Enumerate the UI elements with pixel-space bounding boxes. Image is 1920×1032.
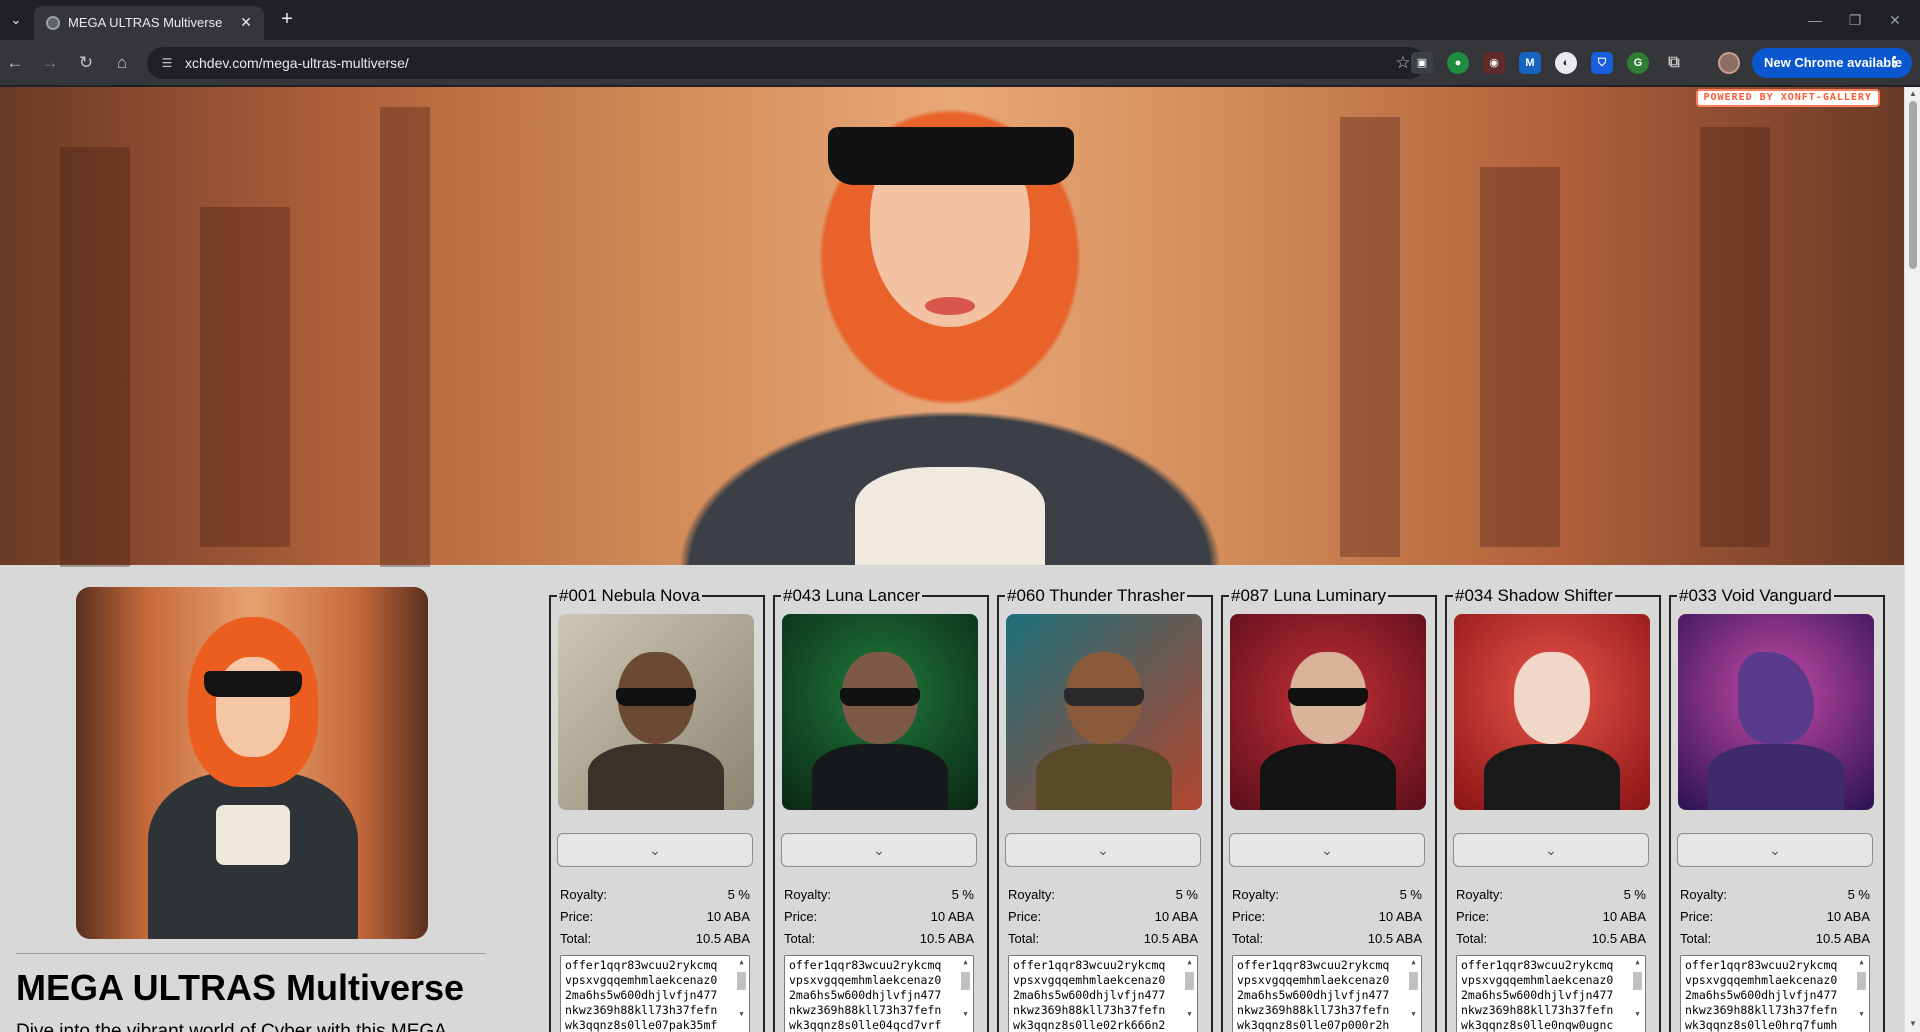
chevron-down-icon: ⌄ (1321, 842, 1333, 858)
globe-icon (46, 16, 60, 30)
maximize-button[interactable]: ❐ (1840, 8, 1870, 32)
nft-title: #087 Luna Luminary (1229, 586, 1389, 606)
total-row: Total: 10.5 ABA (1680, 931, 1870, 946)
nft-image[interactable] (1678, 614, 1874, 810)
chrome-update-button[interactable]: New Chrome available ⋮ (1752, 48, 1912, 78)
chevron-down-icon: ⌄ (1097, 842, 1109, 858)
site-settings-icon[interactable]: ☰ (159, 55, 175, 71)
chevron-down-icon: ⌄ (1769, 842, 1781, 858)
royalty-row: Royalty: 5 % (1232, 887, 1422, 902)
collection-cover-image (76, 587, 428, 939)
scrollbar-thumb[interactable] (1909, 101, 1917, 269)
extension-icon[interactable]: ▣ (1411, 52, 1433, 74)
total-row: Total: 10.5 ABA (784, 931, 974, 946)
offer-textarea[interactable]: offer1qqr83wcuu2rykcmq vpsxvgqqemhmlaekc… (784, 955, 974, 1032)
page-scrollbar[interactable]: ▲ ▼ (1904, 87, 1920, 1032)
nft-image[interactable] (1230, 614, 1426, 810)
extension-g-icon[interactable]: G (1627, 52, 1649, 74)
bookmark-star-icon[interactable]: ☆ (1393, 53, 1413, 73)
profile-avatar[interactable] (1718, 52, 1740, 74)
hero-banner: POWERED BY XONFT-GALLERY (0, 87, 1904, 567)
browser-toolbar: ← → ↻ ⌂ ☰ xchdev.com/mega-ultras-multive… (0, 40, 1920, 86)
extension-green-icon[interactable]: ● (1447, 52, 1469, 74)
price-row: Price: 10 ABA (560, 909, 750, 924)
nft-image[interactable] (1454, 614, 1650, 810)
url-text[interactable]: xchdev.com/mega-ultras-multiverse/ (185, 55, 409, 71)
expand-toggle-button[interactable]: ⌄ (1229, 833, 1425, 867)
offer-textarea[interactable]: offer1qqr83wcuu2rykcmq vpsxvgqqemhmlaekc… (1008, 955, 1198, 1032)
nft-title: #060 Thunder Thrasher (1005, 586, 1187, 606)
nft-title: #001 Nebula Nova (557, 586, 702, 606)
tab-title: MEGA ULTRAS Multiverse (68, 15, 223, 30)
extension-m-icon[interactable]: M (1519, 52, 1541, 74)
total-row: Total: 10.5 ABA (1008, 931, 1198, 946)
nft-image[interactable] (558, 614, 754, 810)
minimize-button[interactable]: — (1800, 8, 1830, 32)
nft-card: #034 Shadow Shifter ⌄ Royalty: 5 % Price:… (1445, 586, 1661, 1032)
price-row: Price: 10 ABA (1232, 909, 1422, 924)
offer-textarea[interactable]: offer1qqr83wcuu2rykcmq vpsxvgqqemhmlaekc… (560, 955, 750, 1032)
nft-card: #033 Void Vanguard ⌄ Royalty: 5 % Price: 1… (1669, 586, 1885, 1032)
total-row: Total: 10.5 ABA (1232, 931, 1422, 946)
nft-title: #043 Luna Lancer (781, 586, 923, 606)
divider (16, 953, 486, 954)
tab-strip: ⌄ MEGA ULTRAS Multiverse ✕ + — ❐ ✕ (0, 0, 1920, 40)
nft-title: #033 Void Vanguard (1677, 586, 1834, 606)
chrome-update-label: New Chrome available (1764, 55, 1902, 70)
home-button[interactable]: ⌂ (110, 51, 134, 75)
total-row: Total: 10.5 ABA (1456, 931, 1646, 946)
royalty-row: Royalty: 5 % (1008, 887, 1198, 902)
bitwarden-icon[interactable]: ⛉ (1591, 52, 1613, 74)
expand-toggle-button[interactable]: ⌄ (557, 833, 753, 867)
forward-button[interactable]: → (38, 51, 62, 75)
expand-toggle-button[interactable]: ⌄ (1677, 833, 1873, 867)
nft-card: #087 Luna Luminary ⌄ Royalty: 5 % Price: 1… (1221, 586, 1437, 1032)
active-tab[interactable]: MEGA ULTRAS Multiverse ✕ (34, 6, 264, 40)
offer-textarea[interactable]: offer1qqr83wcuu2rykcmq vpsxvgqqemhmlaekc… (1232, 955, 1422, 1032)
extension-circle-icon[interactable]: ◐ (1555, 52, 1577, 74)
price-row: Price: 10 ABA (784, 909, 974, 924)
price-row: Price: 10 ABA (1008, 909, 1198, 924)
price-row: Price: 10 ABA (1456, 909, 1646, 924)
extension-record-icon[interactable]: ◉ (1483, 52, 1505, 74)
more-menu-icon[interactable]: ⋮ (1887, 48, 1902, 78)
new-tab-button[interactable]: + (275, 8, 299, 32)
chevron-down-icon: ⌄ (1545, 842, 1557, 858)
expand-toggle-button[interactable]: ⌄ (1005, 833, 1201, 867)
royalty-row: Royalty: 5 % (560, 887, 750, 902)
royalty-row: Royalty: 5 % (784, 887, 974, 902)
collection-title: MEGA ULTRAS Multiverse (16, 967, 465, 1008)
nft-title: #034 Shadow Shifter (1453, 586, 1615, 606)
offer-textarea[interactable]: offer1qqr83wcuu2rykcmq vpsxvgqqemhmlaekc… (1456, 955, 1646, 1032)
chevron-down-icon: ⌄ (649, 842, 661, 858)
collection-description: Dive into the vibrant world of Cyber wit… (16, 1021, 447, 1032)
royalty-row: Royalty: 5 % (1456, 887, 1646, 902)
offer-textarea[interactable]: offer1qqr83wcuu2rykcmq vpsxvgqqemhmlaekc… (1680, 955, 1870, 1032)
nft-card: #060 Thunder Thrasher ⌄ Royalty: 5 % Pric… (997, 586, 1213, 1032)
nft-image[interactable] (782, 614, 978, 810)
nft-card: #043 Luna Lancer ⌄ Royalty: 5 % Price: 10 … (773, 586, 989, 1032)
expand-toggle-button[interactable]: ⌄ (1453, 833, 1649, 867)
tab-search-button[interactable]: ⌄ (4, 8, 28, 32)
back-button[interactable]: ← (3, 51, 27, 75)
powered-by-badge[interactable]: POWERED BY XONFT-GALLERY (1695, 89, 1880, 107)
extensions-puzzle-icon[interactable]: ⧉ (1663, 52, 1685, 74)
total-row: Total: 10.5 ABA (560, 931, 750, 946)
expand-toggle-button[interactable]: ⌄ (781, 833, 977, 867)
page-viewport: POWERED BY XONFT-GALLERY MEGA ULTRAS Mul… (0, 87, 1920, 1032)
nft-image[interactable] (1006, 614, 1202, 810)
reload-button[interactable]: ↻ (74, 51, 98, 75)
nft-card: #001 Nebula Nova ⌄ Royalty: 5 % Price: 10 … (549, 586, 765, 1032)
close-tab-icon[interactable]: ✕ (238, 14, 254, 30)
royalty-row: Royalty: 5 % (1680, 887, 1870, 902)
close-window-button[interactable]: ✕ (1880, 8, 1910, 32)
price-row: Price: 10 ABA (1680, 909, 1870, 924)
address-bar[interactable]: ☰ xchdev.com/mega-ultras-multiverse/ ☆ (147, 47, 1425, 79)
chevron-down-icon: ⌄ (873, 842, 885, 858)
